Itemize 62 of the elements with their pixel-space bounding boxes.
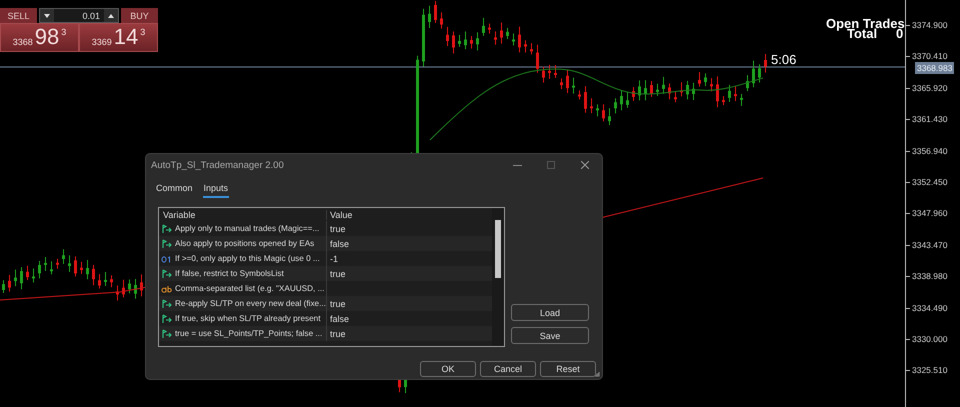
value-cell-text: false <box>329 314 350 324</box>
lot-size-field[interactable]: 0.01 <box>39 8 119 23</box>
decrease-button[interactable] <box>40 9 54 22</box>
increase-button[interactable] <box>104 9 118 22</box>
maximize-icon <box>547 161 555 169</box>
column-header: Value <box>329 210 352 220</box>
window-title: AutoTp_Sl_Trademanager 2.00 <box>151 160 285 170</box>
flag-arrow-icon <box>161 298 172 308</box>
variable-cell: Also apply to positions opened by EAs <box>175 239 314 248</box>
value-cell-text: -1 <box>329 254 338 264</box>
variable-cell: If >=0, only apply to this Magic (use 0 ... <box>175 254 320 263</box>
price-label: 3347.960 <box>906 208 960 220</box>
value-cell-text: false <box>329 238 350 248</box>
variable-cell: If false, restrict to SymbolsList <box>175 269 284 278</box>
candle-timer: 5:06 <box>771 52 796 67</box>
down-arrow-icon <box>44 14 50 18</box>
price-label: 3338.980 <box>906 271 960 282</box>
flag-arrow-icon <box>161 314 172 324</box>
flag-arrow-icon <box>161 224 172 234</box>
total-label: Total <box>847 28 878 40</box>
dialog-button[interactable]: Load <box>511 304 589 321</box>
tab[interactable]: Inputs <box>202 182 230 198</box>
number-icon <box>161 254 172 264</box>
column-header: Variable <box>159 210 327 220</box>
buy-button[interactable]: BUY <box>121 8 158 23</box>
value-cell-text: true <box>329 328 346 338</box>
tab[interactable]: Common <box>155 182 194 198</box>
up-arrow-icon <box>108 14 114 18</box>
dialog-button[interactable]: Cancel <box>480 361 536 377</box>
variable-cell: Comma-separated list (e.g. "XAUUSD, ... <box>175 284 324 293</box>
flag-arrow-icon <box>161 328 172 338</box>
price-label: 3325.510 <box>906 365 960 376</box>
price-label: 3356.940 <box>906 146 960 157</box>
dialog-button[interactable]: Save <box>511 327 589 344</box>
open-trades-label: Open Trades <box>826 18 905 30</box>
variable-cell: Apply only to manual trades (Magic==... <box>175 224 320 233</box>
text-icon <box>161 284 172 294</box>
scrollbar[interactable] <box>492 208 504 346</box>
value-cell-text: true <box>329 224 346 234</box>
close-icon <box>581 161 589 169</box>
dialog-button[interactable]: OK <box>420 361 476 377</box>
sell-button[interactable]: SELL <box>0 8 37 23</box>
variable-cell: Re-apply SL/TP on every new deal (fixe... <box>175 299 326 308</box>
value-cell-text: true <box>329 298 346 308</box>
dialog-button[interactable]: Reset <box>540 361 596 377</box>
variable-cell: If true, skip when SL/TP already present <box>175 314 320 323</box>
current-price-label: 3368.983 <box>915 62 954 74</box>
value-cell-text: true <box>329 268 346 278</box>
price-label: 3330.000 <box>906 334 960 345</box>
variable-cell: true = use SL_Points/TP_Points; false ... <box>175 329 322 338</box>
total-value: 0 <box>896 28 904 40</box>
price-label: 3352.450 <box>906 176 960 188</box>
price-label: 3334.490 <box>906 302 960 314</box>
flag-arrow-icon <box>161 238 172 248</box>
minimize-icon <box>512 164 522 166</box>
resize-grip-icon <box>594 371 600 377</box>
price-label: 3361.430 <box>906 114 960 126</box>
price-label: 3343.470 <box>906 240 960 251</box>
price-label: 3374.900 <box>906 20 960 31</box>
price-label: 3365.920 <box>906 82 960 94</box>
price-label: 3370.410 <box>906 51 960 62</box>
flag-arrow-icon <box>161 268 172 278</box>
